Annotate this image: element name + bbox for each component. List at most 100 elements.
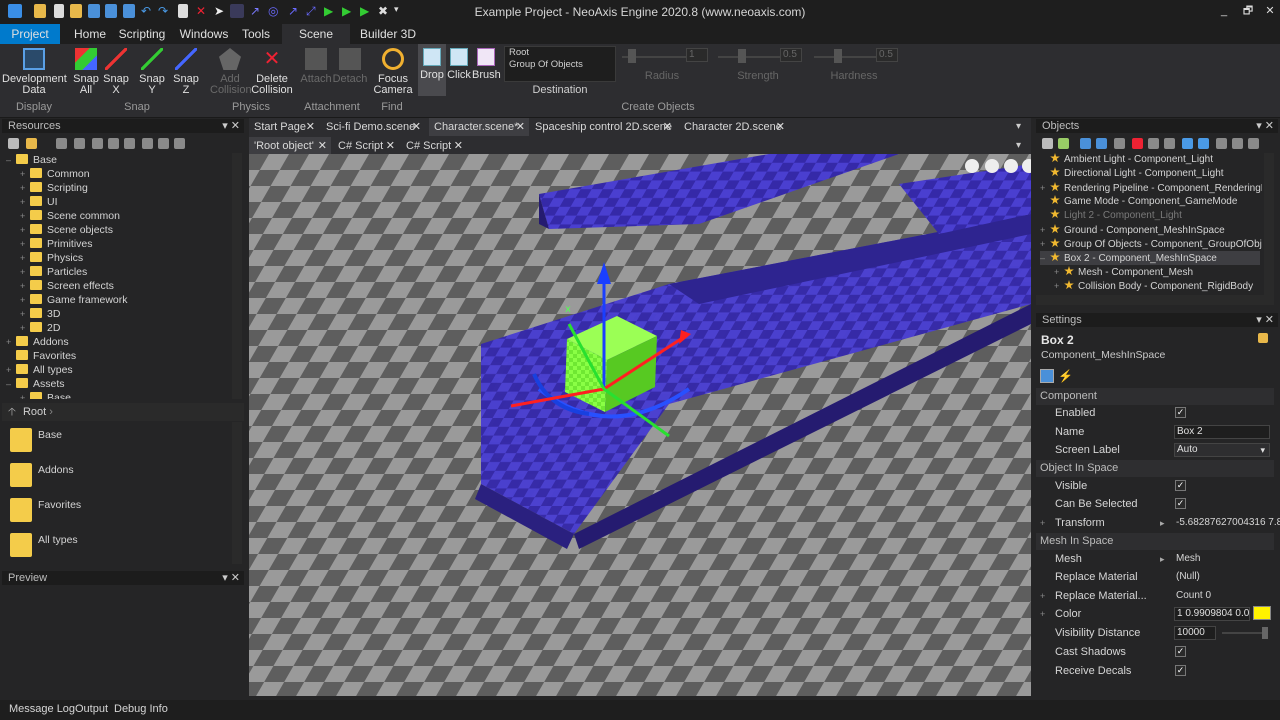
tab-character-scene[interactable]: Character.scene* ✕ [429,118,529,136]
expand-icon[interactable]: + [20,167,30,181]
object-tree-item[interactable]: Directional Light - Component_Light [1040,167,1224,181]
transform-value[interactable]: -5.68287627004316 7.82 [1176,514,1280,532]
destination-item-root[interactable]: Root [505,47,615,59]
close-icon[interactable]: ✕ [306,118,315,136]
close-icon[interactable]: ▾ ✕ [1256,313,1274,327]
close-icon[interactable]: ✕ [318,137,327,155]
tree-item[interactable]: + Scene common [20,209,120,223]
open-icon[interactable] [74,138,85,149]
settings-icon[interactable] [985,159,999,173]
save-icon[interactable] [1080,138,1091,149]
expand-icon[interactable]: + [1040,237,1050,251]
close-icon[interactable]: ▾ ✕ [222,119,240,133]
object-tree-item[interactable]: + Group Of Objects - Component_GroupOfObj… [1040,237,1262,251]
settings-icon[interactable] [8,138,19,149]
object-tree-item[interactable]: Ambient Light - Component_Light [1040,153,1213,167]
tree-item[interactable]: – Base [6,153,57,167]
expand-icon[interactable]: + [20,279,30,293]
expand-icon[interactable]: + [20,237,30,251]
radius-value[interactable]: 1 [686,48,708,62]
expand-icon[interactable]: + [20,195,30,209]
destination-item-group[interactable]: Group Of Objects [505,59,615,71]
properties-tab-icon[interactable] [1040,369,1054,383]
expand-icon[interactable]: + [1054,265,1064,279]
close-icon[interactable]: ✕ [412,118,421,136]
tab-scene-editor[interactable]: Scene Editor [282,24,350,61]
tree-item[interactable]: Favorites [6,349,76,363]
enabled-checkbox[interactable]: ✓ [1175,407,1186,418]
tab-builder-3d[interactable]: Builder 3D [358,24,418,44]
close-icon[interactable]: ✕ [776,118,785,136]
new-folder-icon[interactable] [26,138,37,149]
cut-icon[interactable] [142,138,153,149]
close-icon[interactable]: ✕ [454,137,463,155]
subtab-root-object[interactable]: 'Root object' ✕ [249,137,331,155]
drop-button[interactable]: Drop [418,44,446,96]
chevron-right-icon[interactable]: ▸ [1160,514,1165,532]
breadcrumb-root[interactable]: Root [23,406,46,418]
move-up-icon[interactable] [1182,138,1193,149]
delete-icon[interactable] [1132,138,1143,149]
color-input[interactable]: 1 0.9909804 0.0650 [1174,607,1250,621]
resources-scrollbar[interactable] [232,153,242,399]
edit-icon[interactable] [92,138,103,149]
rename-icon[interactable] [124,138,135,149]
object-tree-item[interactable]: + Mesh - Component_Mesh [1054,265,1193,279]
paste-icon[interactable] [174,138,185,149]
tree-item[interactable]: + Addons [6,335,69,349]
file-list-item[interactable]: All types [10,533,78,557]
tree-item[interactable]: + Game framework [20,293,128,307]
tab-scripting[interactable]: Scripting [118,24,166,44]
expand-icon[interactable]: + [20,307,30,321]
cut-icon[interactable] [1216,138,1227,149]
delete-collision-button[interactable]: ✕ Delete Collision [250,48,294,96]
tree-item[interactable]: + Scripting [20,181,88,195]
tab-spaceship-control[interactable]: Spaceship control 2D.scene ✕ [530,118,676,136]
attach-button[interactable]: Attach [298,48,334,85]
hardness-slider[interactable] [814,56,876,58]
mesh-value[interactable]: Mesh [1176,550,1200,568]
tree-item[interactable]: + Particles [20,265,87,279]
expand-icon[interactable]: – [1040,251,1050,265]
radius-slider-thumb[interactable] [628,49,636,63]
object-tree-item[interactable]: + Ground - Component_MeshInSpace [1040,223,1225,237]
tab-windows[interactable]: Windows [178,24,230,44]
cast-shadows-checkbox[interactable]: ✓ [1175,646,1186,657]
object-tree-item[interactable]: + Rendering Pipeline - Component_Renderin… [1040,181,1262,195]
screen-label-select[interactable]: Auto ▾ [1174,443,1270,457]
visible-checkbox[interactable]: ✓ [1175,480,1186,491]
tree-item[interactable]: + UI [20,195,58,209]
snap-x-button[interactable]: Snap X [99,48,133,96]
object-tree-item[interactable]: Light 2 - Component_Light [1040,209,1182,223]
minimize-button[interactable]: _ [1216,4,1232,18]
expand-icon[interactable]: + [20,181,30,195]
tree-item[interactable]: + All types [6,363,73,377]
scene-viewport[interactable]: x [249,154,1031,696]
expand-icon[interactable]: + [1054,279,1064,293]
object-tree-item[interactable]: + Collision Body - Component_RigidBody [1054,279,1253,293]
color-swatch[interactable] [1253,606,1271,620]
file-list-item[interactable]: Addons [10,463,74,487]
brush-button[interactable]: Brush [472,48,501,81]
tree-item[interactable]: + Primitives [20,237,93,251]
expand-icon[interactable]: + [1040,181,1050,195]
strength-slider-thumb[interactable] [738,49,746,63]
objects-scrollbar[interactable] [1264,153,1274,295]
expand-icon[interactable]: + [20,265,30,279]
expand-icon[interactable]: + [20,391,30,399]
expand-icon[interactable]: – [6,153,16,167]
tree-item[interactable]: +2D [20,321,60,335]
camera-icon[interactable] [965,159,979,173]
focus-camera-button[interactable]: Focus Camera [372,48,414,96]
tree-item[interactable]: – Assets [6,377,65,391]
new-file-icon[interactable] [56,138,67,149]
tree-item[interactable]: + Base [20,391,71,399]
tab-overflow-icon[interactable]: ▾ [1016,121,1021,132]
tree-item[interactable]: + Screen effects [20,279,114,293]
click-button[interactable]: Click [446,48,472,81]
close-icon[interactable]: ▾ ✕ [1256,119,1274,133]
snap-y-button[interactable]: Snap Y [135,48,169,96]
hardness-slider-thumb[interactable] [834,49,842,63]
expand-icon[interactable]: + [20,223,30,237]
object-tree-item[interactable]: Game Mode - Component_GameMode [1040,195,1237,209]
